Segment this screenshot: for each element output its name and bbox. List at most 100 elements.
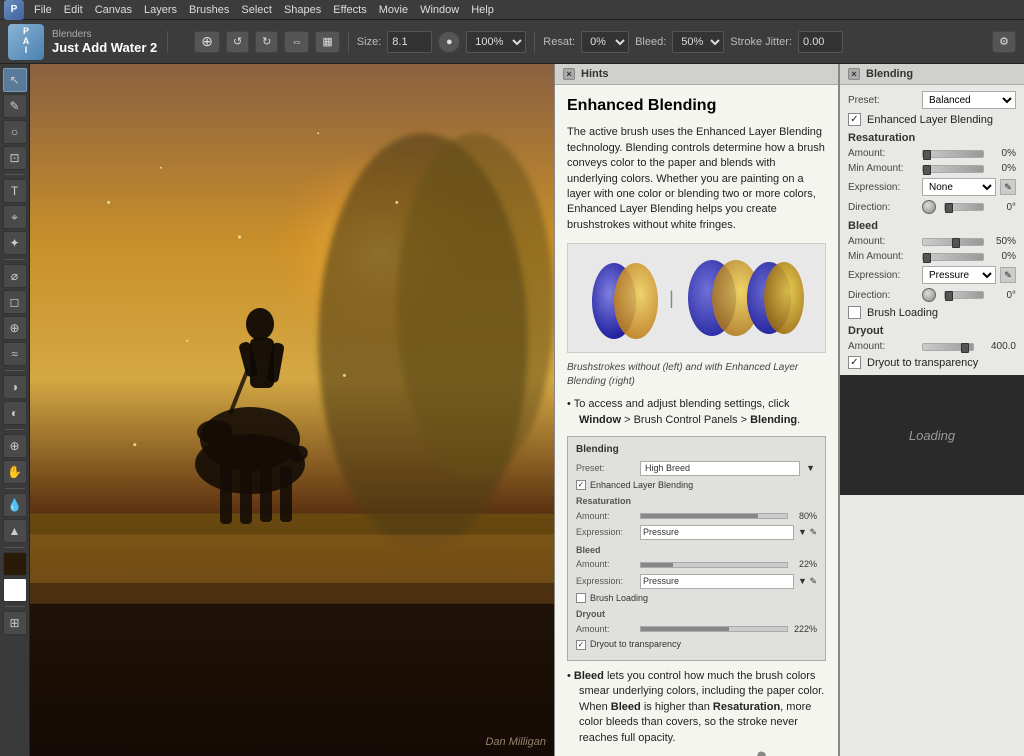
menu-shapes[interactable]: Shapes [278, 0, 327, 20]
resat-direction-val: 0° [988, 202, 1016, 213]
bleed-amount-row: Amount: 50% [848, 236, 1016, 247]
bleed-amount-slider[interactable] [922, 238, 984, 246]
bleed-select[interactable]: 50% [672, 31, 724, 53]
color-front[interactable] [3, 552, 27, 576]
tool-magic-wand[interactable]: ✦ [3, 231, 27, 255]
brush-loading-row: Brush Loading [848, 306, 1016, 319]
size-input[interactable] [387, 31, 432, 53]
brush-loading-label: Brush Loading [867, 307, 938, 319]
app-title-block: Blenders Just Add Water 2 [52, 29, 157, 55]
artist-credit: Dan Milligan [485, 736, 546, 748]
menu-movie[interactable]: Movie [373, 0, 414, 20]
blending-content: Preset: Balanced ✓ Enhanced Layer Blendi… [840, 85, 1024, 756]
resaturation-header: Resaturation [848, 132, 1016, 144]
preset-label: Preset: [848, 95, 918, 106]
bleed-direction-knob[interactable] [922, 288, 936, 302]
menu-select[interactable]: Select [235, 0, 278, 20]
tool-hand[interactable]: ✋ [3, 460, 27, 484]
tool-smear[interactable]: ≈ [3, 342, 27, 366]
loading-text: Loading [909, 428, 955, 443]
menu-window[interactable]: Window [414, 0, 465, 20]
hints-mini-panel: Blending Preset: High Breed ▼ ✓ Enhanced… [567, 436, 826, 661]
tool-crop[interactable]: ⊡ [3, 146, 27, 170]
resat-min-row: Min Amount: 0% [848, 163, 1016, 174]
tool-dodge[interactable]: ◑ [3, 375, 27, 399]
bleed-header: Bleed [848, 220, 1016, 232]
dryout-amount-slider[interactable] [922, 343, 974, 351]
main-layout: ↖ ✎ ○ ⊡ T ⌖ ✦ ⌀ ◻ ⊕ ≈ ◑ ◐ ⊕ ✋ 💧 ▲ ⊞ [0, 64, 1024, 756]
preset-select[interactable]: Balanced [922, 91, 1016, 109]
enhanced-blending-row: ✓ Enhanced Layer Blending [848, 113, 1016, 126]
menu-edit[interactable]: Edit [58, 0, 89, 20]
hints-panel-title: Hints [581, 68, 609, 80]
tool-layer[interactable]: ⊞ [3, 611, 27, 635]
tool-lasso[interactable]: ⌖ [3, 205, 27, 229]
menu-brushes[interactable]: Brushes [183, 0, 235, 20]
tool-arrow[interactable]: ↖ [3, 68, 27, 92]
tool-fill[interactable]: ▲ [3, 519, 27, 543]
bleed-label: Bleed: [635, 36, 666, 48]
canvas-painting: Dan Milligan [30, 64, 554, 756]
bleed-expression-select[interactable]: Pressure [922, 266, 996, 284]
brush-selector-btn[interactable]: ⊕ [194, 31, 220, 53]
tool-shapes[interactable]: ○ [3, 120, 27, 144]
canvas-area[interactable]: Dan Milligan [30, 64, 554, 756]
resat-direction-row: Direction: 0° [848, 200, 1016, 214]
tool-burn[interactable]: ◐ [3, 401, 27, 425]
hints-close-btn[interactable]: × [563, 68, 575, 80]
opacity-select[interactable]: 100% [466, 31, 526, 53]
tool-text[interactable]: T [3, 179, 27, 203]
color-back[interactable] [3, 578, 27, 602]
settings-btn-area: ⚙ [992, 31, 1016, 53]
hints-bullet-2: Bleed lets you control how much the brus… [567, 669, 826, 746]
resat-amount-slider[interactable] [922, 150, 984, 158]
mirror-btn[interactable]: ⇔ [284, 31, 309, 53]
bleed-amount-val: 50% [988, 236, 1016, 247]
tool-eraser[interactable]: ◻ [3, 290, 27, 314]
menu-help[interactable]: Help [465, 0, 500, 20]
titlebar: PAI Blenders Just Add Water 2 ⊕ ↺ ↻ ⇔ ▦ … [0, 20, 1024, 64]
jitter-input[interactable] [798, 31, 843, 53]
resat-direction-knob[interactable] [922, 200, 936, 214]
resat-expression-select[interactable]: None [922, 178, 996, 196]
left-toolbar: ↖ ✎ ○ ⊡ T ⌖ ✦ ⌀ ◻ ⊕ ≈ ◑ ◐ ⊕ ✋ 💧 ▲ ⊞ [0, 64, 30, 756]
resat-amount-val: 0% [988, 148, 1016, 159]
resat-min-label: Min Amount: [848, 163, 918, 174]
tool-clone[interactable]: ⊕ [3, 316, 27, 340]
settings-btn[interactable]: ⚙ [992, 31, 1016, 53]
bleed-min-label: Min Amount: [848, 251, 918, 262]
menu-effects[interactable]: Effects [327, 0, 372, 20]
tool-eyedropper[interactable]: 💧 [3, 493, 27, 517]
resat-min-slider[interactable] [922, 165, 984, 173]
bleed-min-slider[interactable] [922, 253, 984, 261]
size-label: Size: [357, 36, 381, 48]
size-circle-btn[interactable]: ● [438, 31, 460, 53]
bleed-direction-slider[interactable] [944, 291, 984, 299]
tool-brush[interactable]: ⌀ [3, 264, 27, 288]
dryout-header: Dryout [848, 325, 1016, 337]
app-title: Just Add Water 2 [52, 40, 157, 55]
hints-panel-header: × Hints [555, 64, 838, 85]
bleed-direction-val: 0° [988, 290, 1016, 301]
bleed-expression-edit-btn[interactable]: ✎ [1000, 267, 1016, 283]
rotate-left-btn[interactable]: ↺ [226, 31, 249, 53]
grid-btn[interactable]: ▦ [315, 31, 339, 53]
rotate-right-btn[interactable]: ↻ [255, 31, 278, 53]
resat-direction-slider[interactable] [944, 203, 984, 211]
resat-expression-edit-btn[interactable]: ✎ [1000, 179, 1016, 195]
enhanced-blending-checkbox[interactable]: ✓ [848, 113, 861, 126]
dryout-transparency-checkbox[interactable]: ✓ [848, 356, 861, 369]
tool-freehand[interactable]: ✎ [3, 94, 27, 118]
menu-file[interactable]: File [28, 0, 58, 20]
resat-select[interactable]: 0% [581, 31, 629, 53]
brush-loading-checkbox[interactable] [848, 306, 861, 319]
tool-zoom[interactable]: ⊕ [3, 434, 27, 458]
menu-layers[interactable]: Layers [138, 0, 183, 20]
bleed-min-val: 0% [988, 251, 1016, 262]
dryout-amount-val: 400.0 [978, 341, 1016, 352]
blending-panel-title: Blending [866, 68, 913, 80]
hints-heading: Enhanced Blending [567, 95, 826, 117]
resat-amount-row: Amount: 0% [848, 148, 1016, 159]
blending-close-btn[interactable]: × [848, 68, 860, 80]
menu-canvas[interactable]: Canvas [89, 0, 138, 20]
